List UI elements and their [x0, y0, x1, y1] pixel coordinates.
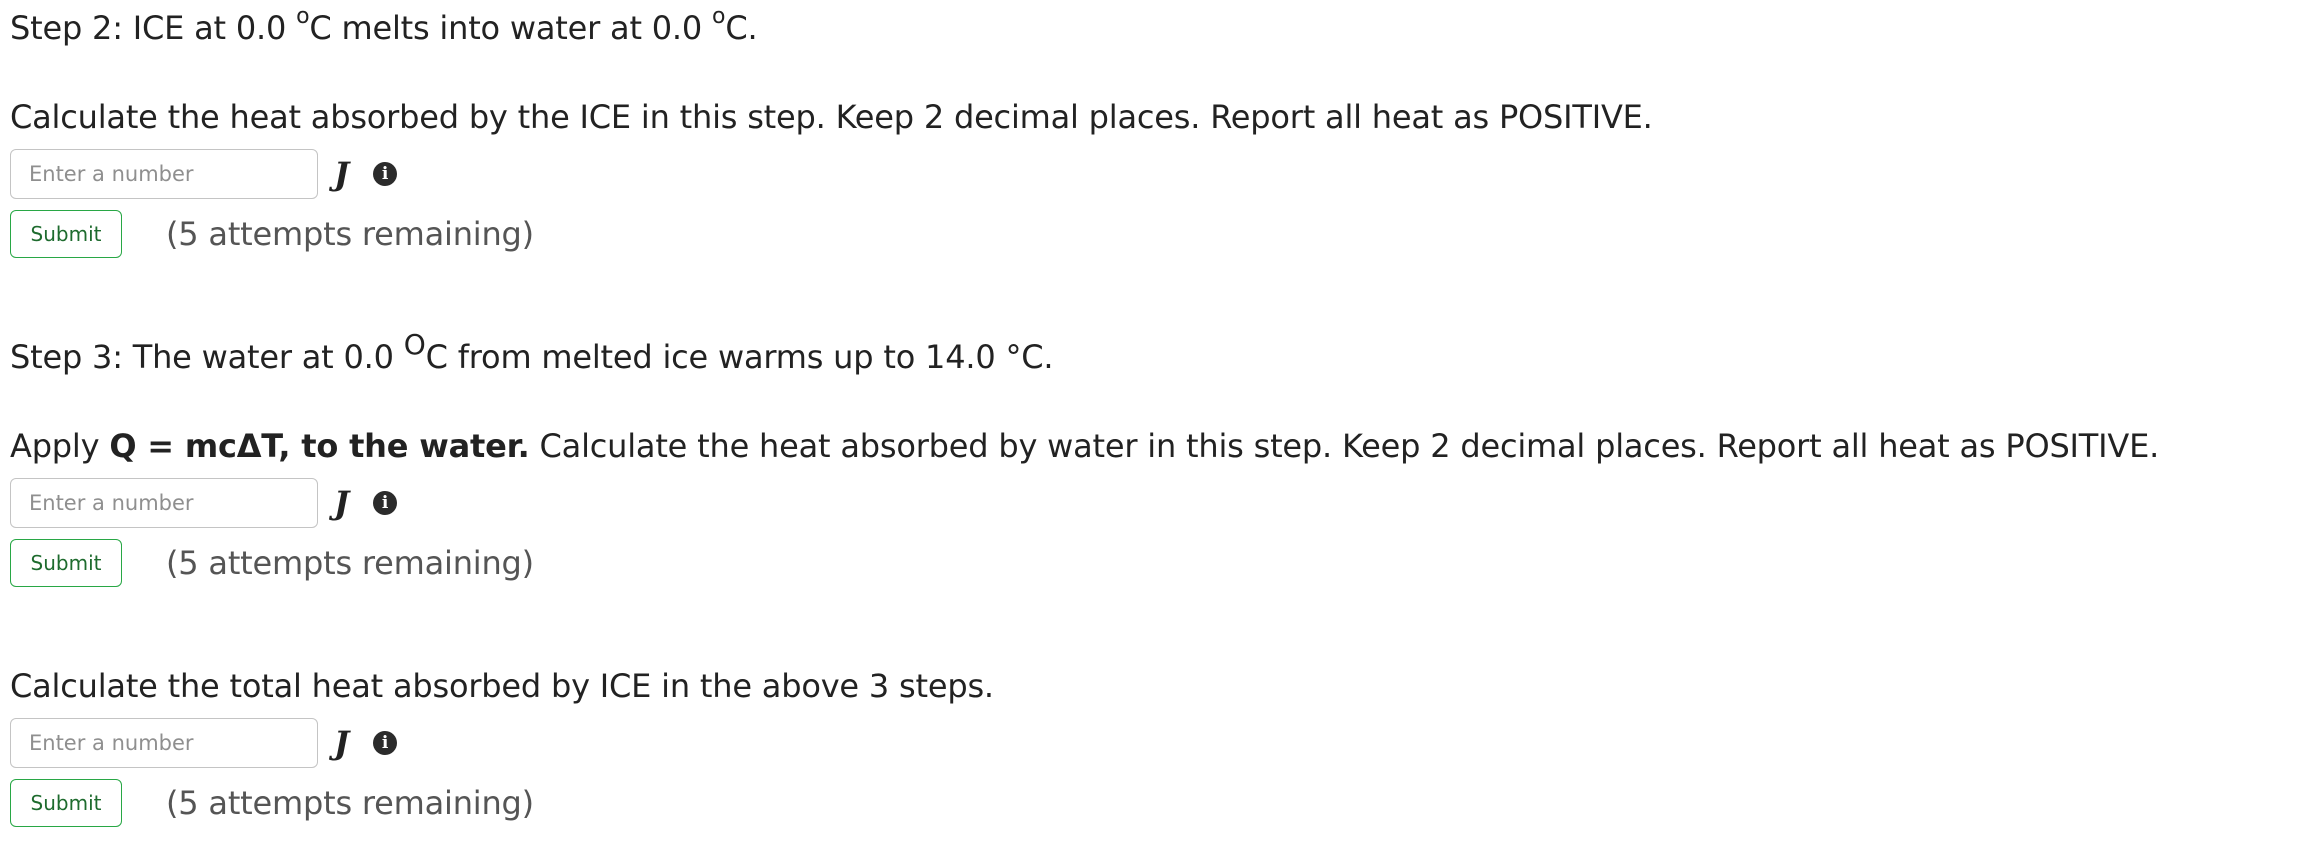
info-icon[interactable]: i — [373, 162, 398, 186]
info-icon[interactable]: i — [373, 491, 398, 515]
step2-submit-button[interactable]: Submit — [10, 210, 122, 258]
step2-title-mid: C melts into water at 0.0 — [309, 9, 713, 47]
total-submit-row: Submit (5 attempts remaining) — [10, 779, 534, 827]
info-icon[interactable]: i — [373, 731, 398, 755]
step2-instruction: Calculate the heat absorbed by the ICE i… — [10, 98, 1653, 136]
step2-title: Step 2: ICE at 0.0 oC melts into water a… — [10, 6, 758, 48]
step2-answer-row: J i — [10, 149, 398, 199]
step3-title-prefix: Step 3: The water at 0.0 — [10, 338, 404, 376]
total-answer-row: J i — [10, 718, 398, 768]
step2-number-input[interactable] — [10, 149, 318, 199]
step2-title-suffix: C. — [725, 9, 758, 47]
step3-answer-row: J i — [10, 478, 398, 528]
step3-formula: Q = mcΔT, to the water. — [109, 427, 530, 465]
total-attempts-remaining: (5 attempts remaining) — [166, 784, 534, 822]
step2-attempts-remaining: (5 attempts remaining) — [166, 215, 534, 253]
step2-title-prefix: Step 2: ICE at 0.0 — [10, 9, 297, 47]
unit-label: J — [334, 724, 350, 762]
degree-symbol: o — [712, 4, 726, 30]
step3-title-suffix: C from melted ice warms up to 14.0 °C. — [425, 338, 1054, 376]
step3-title: Step 3: The water at 0.0 OC from melted … — [10, 331, 1054, 377]
degree-symbol: o — [296, 4, 310, 30]
step3-instruction-suffix: Calculate the heat absorbed by water in … — [529, 427, 2160, 465]
unit-label: J — [334, 484, 350, 522]
step3-number-input[interactable] — [10, 478, 318, 528]
step3-instruction-prefix: Apply — [10, 427, 110, 465]
total-number-input[interactable] — [10, 718, 318, 768]
step3-attempts-remaining: (5 attempts remaining) — [166, 544, 534, 582]
step3-submit-row: Submit (5 attempts remaining) — [10, 539, 534, 587]
total-submit-button[interactable]: Submit — [10, 779, 122, 827]
degree-symbol: O — [403, 328, 426, 362]
total-instruction: Calculate the total heat absorbed by ICE… — [10, 667, 994, 705]
unit-label: J — [334, 155, 350, 193]
step3-submit-button[interactable]: Submit — [10, 539, 122, 587]
step2-submit-row: Submit (5 attempts remaining) — [10, 210, 534, 258]
step3-instruction: Apply Q = mcΔT, to the water. Calculate … — [10, 426, 2159, 466]
